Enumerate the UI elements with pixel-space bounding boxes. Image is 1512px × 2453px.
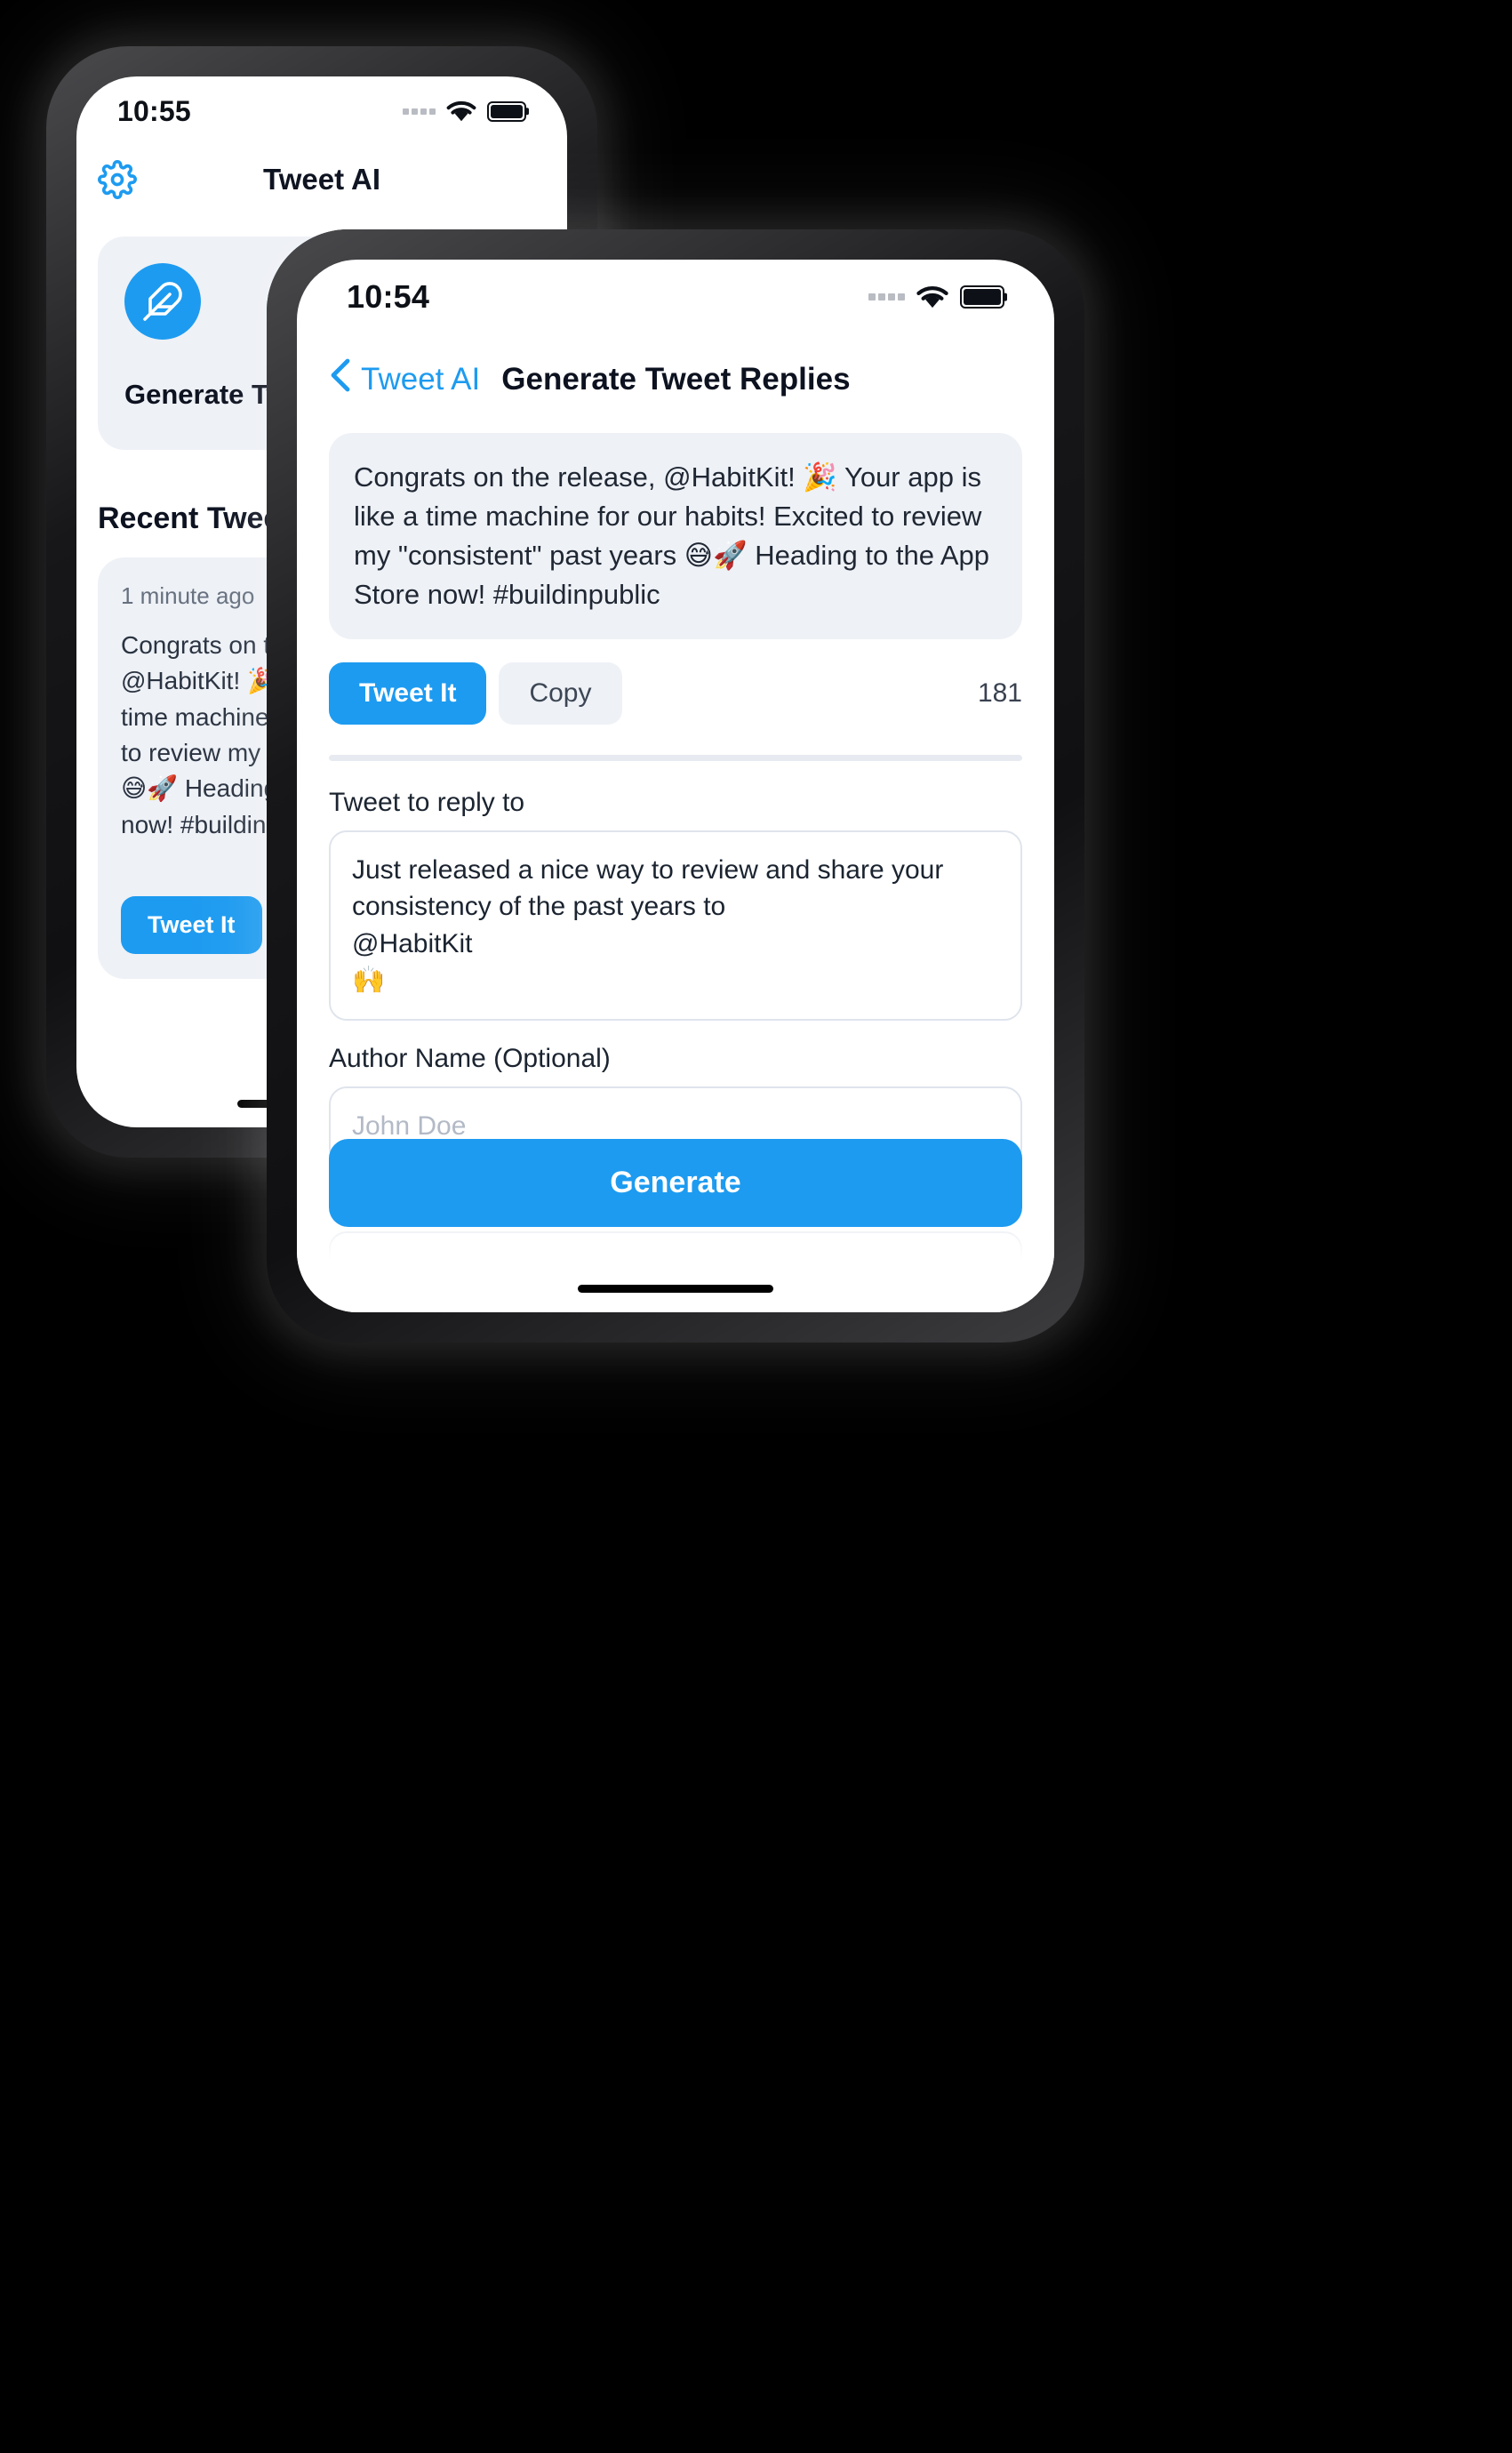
field-label: Tweet to reply to bbox=[329, 788, 525, 818]
phone-front: 10:54 Tweet AI Generate Tweet Replies Co… bbox=[267, 229, 1084, 1343]
battery-icon bbox=[960, 285, 1004, 309]
generated-reply-text: Congrats on the release, @HabitKit! 🎉 Yo… bbox=[354, 461, 989, 611]
home-indicator bbox=[578, 1285, 773, 1293]
section-divider bbox=[329, 755, 1022, 762]
char-count: 181 bbox=[977, 678, 1022, 709]
field-label: Author Name (Optional) bbox=[329, 1043, 611, 1073]
back-label: Tweet AI bbox=[361, 361, 481, 397]
battery-icon bbox=[487, 100, 526, 122]
chevron-left-icon bbox=[329, 357, 352, 401]
generated-reply-card: Congrats on the release, @HabitKit! 🎉 Yo… bbox=[329, 433, 1022, 640]
back-button[interactable]: Tweet AI bbox=[329, 357, 480, 401]
signal-icon bbox=[868, 293, 905, 301]
status-indicators bbox=[403, 100, 526, 123]
copy-button[interactable]: Copy bbox=[499, 662, 622, 725]
nav-title: Generate Tweet Replies bbox=[501, 361, 851, 397]
tweet-it-button[interactable]: Tweet It bbox=[121, 895, 262, 954]
reply-to-input[interactable]: Just released a nice way to review and s… bbox=[329, 830, 1022, 1021]
status-bar-front: 10:54 bbox=[297, 260, 1054, 334]
tweet-it-button[interactable]: Tweet It bbox=[329, 662, 487, 725]
wifi-icon bbox=[916, 285, 949, 309]
navigation-bar: Tweet AI Generate Tweet Replies bbox=[297, 334, 1054, 408]
result-actions: Tweet It Copy 181 bbox=[329, 662, 1022, 725]
signal-icon bbox=[403, 108, 436, 115]
status-indicators bbox=[868, 285, 1004, 309]
status-time: 10:55 bbox=[117, 94, 191, 127]
status-bar-back: 10:55 bbox=[76, 76, 567, 146]
back-phone-header: Tweet AI bbox=[76, 146, 567, 213]
screenshot-stage: 10:55 Tweet AI Generate Tweets Recent Tw… bbox=[0, 0, 1512, 2453]
status-time: 10:54 bbox=[347, 278, 430, 315]
wifi-icon bbox=[446, 100, 476, 123]
phone-front-screen: 10:54 Tweet AI Generate Tweet Replies Co… bbox=[297, 260, 1054, 1312]
generate-button[interactable]: Generate bbox=[329, 1139, 1022, 1227]
field-reply-to: Tweet to reply to Just released a nice w… bbox=[329, 788, 1022, 1021]
page-title: Tweet AI bbox=[262, 163, 381, 196]
feather-pen-icon bbox=[124, 263, 201, 340]
